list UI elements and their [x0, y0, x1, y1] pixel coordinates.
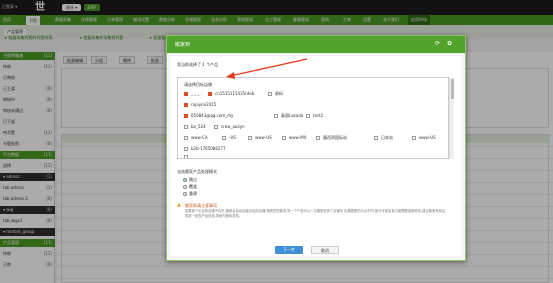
arrow-shaft — [229, 58, 308, 77]
annotation-arrow — [226, 58, 308, 79]
arrow-head — [226, 72, 235, 79]
